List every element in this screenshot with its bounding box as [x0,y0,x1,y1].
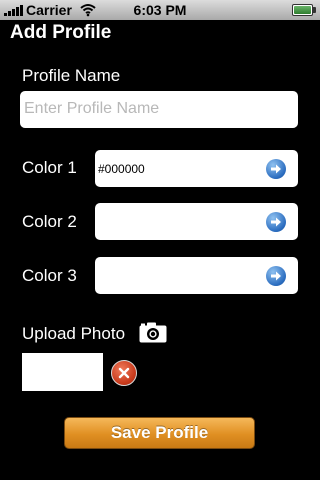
arrow-right-icon [271,217,281,227]
color1-label: Color 1 [22,158,77,177]
color1-arrow-button[interactable] [266,159,286,179]
profile-name-placeholder: Enter Profile Name [24,100,160,117]
battery-icon [292,4,316,16]
arrow-right-icon [271,271,281,281]
delete-photo-button[interactable] [111,360,137,386]
upload-photo-label: Upload Photo [22,324,126,343]
save-profile-button[interactable]: Save Profile [64,417,255,449]
arrow-right-icon [271,164,281,174]
color2-arrow-button[interactable] [266,212,286,232]
status-time: 6:03 PM [133,2,187,18]
photo-preview[interactable] [22,353,103,391]
page-title: Add Profile [10,22,112,43]
close-icon [118,367,130,379]
color2-label: Color 2 [22,212,77,231]
camera-icon[interactable] [139,322,167,343]
color1-value: #000000 [98,162,145,176]
profile-name-label: Profile Name [22,66,121,85]
color1-field[interactable]: #000000 [95,150,298,187]
color3-field[interactable] [95,257,298,294]
status-bar: Carrier 6:03 PM [0,0,320,20]
color2-field[interactable] [95,203,298,240]
color3-label: Color 3 [22,266,77,285]
profile-name-input[interactable]: Enter Profile Name [20,91,298,128]
color3-arrow-button[interactable] [266,266,286,286]
